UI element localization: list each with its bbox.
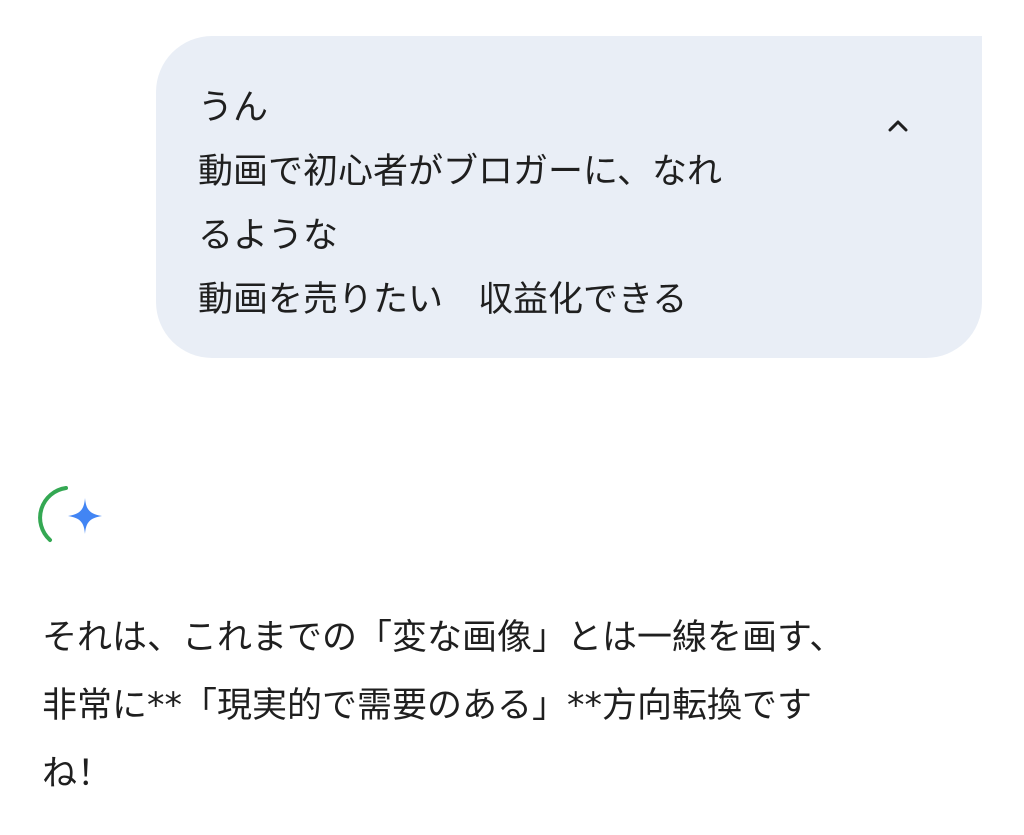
loading-spinner-arc xyxy=(38,486,68,542)
user-message-bubble: うん 動画で初心者がブロガーに、なれ るような 動画を売りたい 収益化できる xyxy=(156,36,982,358)
user-message-line: うん xyxy=(198,88,269,128)
user-message-line: るような xyxy=(198,216,339,256)
user-message-text: うん 動画で初心者がブロガーに、なれ るような 動画を売りたい 収益化できる xyxy=(198,76,838,332)
response-line: 非常に**「現実的で需要のある」**方向転換です xyxy=(42,686,813,726)
collapse-message-button[interactable] xyxy=(878,106,918,146)
user-message-line: 動画で初心者がブロガーに、なれ xyxy=(198,152,722,192)
chevron-up-icon xyxy=(888,120,908,132)
user-message-line: 動画を売りたい 収益化できる xyxy=(198,280,688,320)
gemini-sparkle-icon xyxy=(68,498,102,534)
gemini-avatar xyxy=(38,480,114,550)
response-line: ね！ xyxy=(42,754,113,794)
assistant-response: それは、これまでの「変な画像」とは一線を画す、 非常に**「現実的で需要のある」… xyxy=(42,604,982,808)
response-line: それは、これまでの「変な画像」とは一線を画す、 xyxy=(42,618,845,658)
